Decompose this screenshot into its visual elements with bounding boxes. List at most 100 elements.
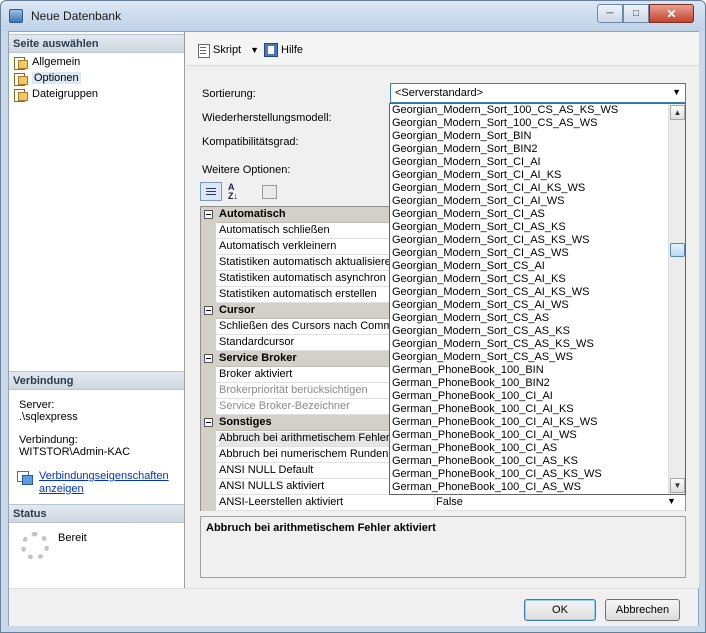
- collation-option[interactable]: German_PhoneBook_100_BIN2: [392, 377, 550, 390]
- collation-dropdown-list: ▲ ▼ Georgian_Modern_Sort_100_CS_AS_KS_WS…: [389, 103, 686, 495]
- window-title: Neue Datenbank: [31, 9, 122, 23]
- property-value[interactable]: False: [436, 496, 463, 508]
- property-name: Service Broker-Bezeichner: [219, 400, 350, 412]
- status-header: Status: [9, 504, 184, 523]
- collation-option[interactable]: German_PhoneBook_100_CI_AI_KS_WS: [392, 416, 597, 429]
- row-gutter: [201, 271, 216, 287]
- property-name: Automatisch schließen: [219, 224, 330, 236]
- row-gutter: [201, 431, 216, 447]
- collation-option[interactable]: Georgian_Modern_Sort_CI_AS_KS: [392, 221, 566, 234]
- column-separator: [434, 495, 435, 511]
- row-gutter: [201, 447, 216, 463]
- minimize-button[interactable]: ─: [597, 4, 623, 23]
- alphabetical-icon[interactable]: A Z↓: [225, 182, 247, 201]
- collation-option[interactable]: German_PhoneBook_100_CI_AS: [392, 442, 557, 455]
- chevron-down-icon[interactable]: ▼: [667, 496, 676, 506]
- collation-option[interactable]: Georgian_Modern_Sort_CI_AS: [392, 208, 545, 221]
- cancel-button[interactable]: Abbrechen: [605, 599, 680, 621]
- collapse-icon[interactable]: [204, 354, 213, 363]
- ok-button[interactable]: OK: [524, 599, 596, 621]
- collation-option[interactable]: German_PhoneBook_100_BIN: [392, 364, 544, 377]
- row-gutter: [201, 239, 216, 255]
- page-label: Dateigruppen: [32, 88, 99, 100]
- collation-select[interactable]: <Serverstandard> ▼: [390, 83, 686, 103]
- property-name: ANSI NULLS aktiviert: [219, 480, 325, 492]
- collation-option[interactable]: Georgian_Modern_Sort_CS_AI_KS: [392, 273, 566, 286]
- row-gutter: [201, 415, 216, 431]
- title-bar[interactable]: Neue Datenbank ─ □ ✕: [1, 1, 705, 31]
- property-name: Broker aktiviert: [219, 368, 293, 380]
- dropdown-scrollbar[interactable]: ▲ ▼: [668, 104, 685, 494]
- close-button[interactable]: ✕: [649, 4, 694, 23]
- scroll-thumb[interactable]: [670, 243, 685, 257]
- property-name: Service Broker: [219, 352, 297, 364]
- connection-properties-link[interactable]: Verbindungseigenschaften anzeigen: [39, 470, 179, 496]
- collation-option[interactable]: Georgian_Modern_Sort_CI_AI: [392, 156, 541, 169]
- property-name: Sonstiges: [219, 416, 272, 428]
- collation-option[interactable]: German_PhoneBook_100_CI_AS_WS: [392, 481, 581, 494]
- property-name: Brokerpriorität berücksichtigen: [219, 384, 368, 396]
- categorized-icon[interactable]: [200, 182, 222, 201]
- help-button[interactable]: Hilfe: [264, 41, 303, 59]
- collation-option[interactable]: Georgian_Modern_Sort_CS_AS_KS_WS: [392, 338, 594, 351]
- row-gutter: [201, 207, 216, 223]
- collation-option[interactable]: Georgian_Modern_Sort_100_CS_AS_WS: [392, 117, 597, 130]
- collation-option[interactable]: Georgian_Modern_Sort_CS_AS_WS: [392, 351, 573, 364]
- collation-option[interactable]: Georgian_Modern_Sort_BIN: [392, 130, 531, 143]
- property-name: Statistiken automatisch aktualisieren: [219, 256, 394, 268]
- collation-option[interactable]: Georgian_Modern_Sort_CS_AI_WS: [392, 299, 569, 312]
- collation-option[interactable]: Georgian_Modern_Sort_CI_AI_KS_WS: [392, 182, 585, 195]
- page-label: Optionen: [32, 72, 81, 84]
- property-pages-icon[interactable]: [258, 182, 280, 201]
- scroll-down-icon[interactable]: ▼: [670, 478, 685, 493]
- collation-option[interactable]: German_PhoneBook_100_CI_AS_KS: [392, 455, 578, 468]
- left-panel: Seite auswählen Allgemein Optionen Datei…: [9, 32, 185, 588]
- server-value: .\sqlexpress: [19, 411, 78, 423]
- row-gutter: [201, 287, 216, 303]
- property-name: ANSI NULL Default: [219, 464, 314, 476]
- scroll-up-icon[interactable]: ▲: [670, 105, 685, 120]
- recovery-model-label: Wiederherstellungsmodell:: [202, 112, 332, 124]
- collation-option[interactable]: Georgian_Modern_Sort_CS_AI_KS_WS: [392, 286, 590, 299]
- collation-option[interactable]: Georgian_Modern_Sort_CI_AS_KS_WS: [392, 234, 590, 247]
- collation-option[interactable]: German_PhoneBook_100_CI_AS_KS_WS: [392, 468, 602, 481]
- progress-spinner-icon: [21, 532, 49, 560]
- collation-option[interactable]: Georgian_Modern_Sort_CI_AI_WS: [392, 195, 564, 208]
- collation-option[interactable]: German_PhoneBook_100_CI_AI: [392, 390, 553, 403]
- page-item-optionen[interactable]: Optionen: [13, 70, 81, 86]
- grid-row[interactable]: ANSI-Leerstellen aktiviert False ▼: [201, 495, 685, 511]
- row-gutter: [201, 367, 216, 383]
- property-name: Automatisch: [219, 208, 286, 220]
- collapse-icon[interactable]: [204, 418, 213, 427]
- row-gutter: [201, 479, 216, 495]
- property-name: ANSI-Leerstellen aktiviert: [219, 496, 344, 508]
- property-name: Statistiken automatisch erstellen: [219, 288, 377, 300]
- property-name: Automatisch verkleinern: [219, 240, 337, 252]
- collation-value: <Serverstandard>: [395, 87, 484, 99]
- collation-option[interactable]: German_PhoneBook_100_CI_AI_WS: [392, 429, 577, 442]
- connection-value: WITSTOR\Admin-KAC: [19, 446, 131, 458]
- script-icon: [196, 43, 210, 58]
- property-name: Statistiken automatisch asynchron aktual…: [219, 272, 394, 284]
- maximize-button[interactable]: □: [623, 4, 649, 23]
- collapse-icon[interactable]: [204, 306, 213, 315]
- collation-option[interactable]: Georgian_Modern_Sort_CS_AS: [392, 312, 549, 325]
- collapse-icon[interactable]: [204, 210, 213, 219]
- collation-option[interactable]: Georgian_Modern_Sort_CI_AS_WS: [392, 247, 569, 260]
- collation-option[interactable]: Georgian_Modern_Sort_CS_AS_KS: [392, 325, 570, 338]
- script-button[interactable]: Skript ▼: [196, 41, 259, 59]
- property-name: Standardcursor: [219, 336, 295, 348]
- page-item-allgemein[interactable]: Allgemein: [13, 54, 80, 70]
- collation-option[interactable]: Georgian_Modern_Sort_BIN2: [392, 143, 538, 156]
- help-label: Hilfe: [281, 44, 304, 56]
- property-name: Cursor: [219, 304, 256, 316]
- collation-option[interactable]: Georgian_Modern_Sort_CI_AI_KS: [392, 169, 561, 182]
- page-item-dateigruppen[interactable]: Dateigruppen: [13, 86, 98, 102]
- chevron-down-icon[interactable]: ▼: [672, 87, 681, 97]
- help-icon: [264, 43, 278, 57]
- connection-label: Verbindung:: [19, 434, 78, 446]
- collation-option[interactable]: German_PhoneBook_100_CI_AI_KS: [392, 403, 574, 416]
- chevron-down-icon[interactable]: ▼: [250, 45, 259, 55]
- collation-option[interactable]: Georgian_Modern_Sort_CS_AI: [392, 260, 545, 273]
- collation-option[interactable]: Georgian_Modern_Sort_100_CS_AS_KS_WS: [392, 104, 618, 117]
